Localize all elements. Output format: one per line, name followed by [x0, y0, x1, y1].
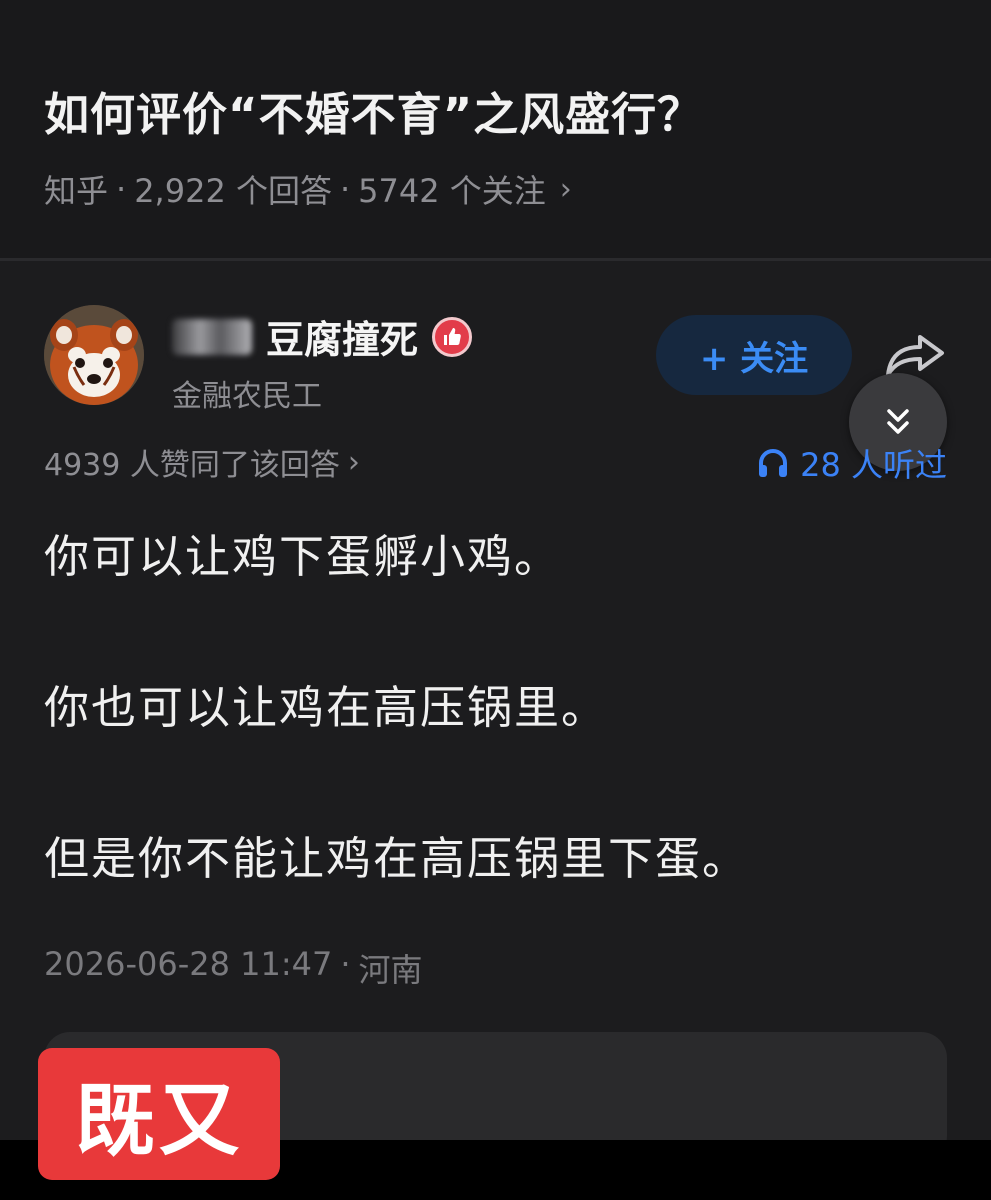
vote-count: 4939 人赞同了该回答 [44, 448, 340, 483]
answer-paragraph: 你也可以让鸡在高压锅里。 [44, 681, 609, 734]
follower-count: 5742 个关注 [358, 172, 546, 210]
meta-separator: · [339, 170, 351, 208]
answer-body: 你可以让鸡下蛋孵小鸡。 你也可以让鸡在高压锅里。 但是你不能让鸡在高压锅里下蛋。 [44, 520, 944, 973]
chevron-right-icon: › [347, 444, 360, 480]
question-title[interactable]: 如何评价“不婚不育”之风盛行？ [44, 78, 703, 143]
double-chevron-down-icon [887, 409, 909, 434]
answer-paragraph: 你可以让鸡下蛋孵小鸡。 [44, 530, 562, 583]
share-arrow-icon[interactable] [884, 331, 946, 379]
author-row: 豆腐撞死 金融农民工 + 关注 [44, 305, 944, 415]
thumbs-up-badge-icon [432, 316, 473, 357]
source-label: 知乎 [44, 172, 109, 210]
redacted-name-prefix [172, 318, 252, 355]
headphones-icon [759, 449, 788, 477]
overlay-stamp: 既又 [38, 1048, 280, 1180]
author-name: 豆腐撞死 [266, 318, 419, 362]
answer-page: 如何评价“不婚不育”之风盛行？ 知乎 · 2,922 个回答 · 5742 个关… [0, 0, 991, 1200]
question-meta[interactable]: 知乎 · 2,922 个回答 · 5742 个关注 › [44, 166, 572, 212]
answer-timestamp: 2026-06-28 11:47 · 河南 [44, 945, 423, 991]
divider [0, 258, 991, 261]
answer-count: 2,922 个回答 [134, 172, 332, 210]
chevron-right-icon: › [559, 171, 572, 207]
meta-separator: · [340, 945, 351, 983]
listen-count: 28 人听过 [800, 446, 947, 484]
answer-location: 河南 [358, 951, 423, 989]
author-subtitle: 金融农民工 [172, 379, 322, 414]
listen-summary[interactable]: 28 人听过 [756, 440, 947, 486]
follow-button[interactable]: + 关注 [656, 315, 852, 395]
author-name-row[interactable]: 豆腐撞死 [172, 309, 473, 364]
avatar[interactable] [44, 305, 144, 405]
question-header[interactable]: 如何评价“不婚不育”之风盛行？ 知乎 · 2,922 个回答 · 5742 个关… [0, 0, 991, 258]
vote-summary[interactable]: 4939 人赞同了该回答 › [44, 440, 360, 484]
answer-date: 2026-06-28 11:47 [44, 945, 333, 983]
meta-separator: · [116, 170, 127, 208]
